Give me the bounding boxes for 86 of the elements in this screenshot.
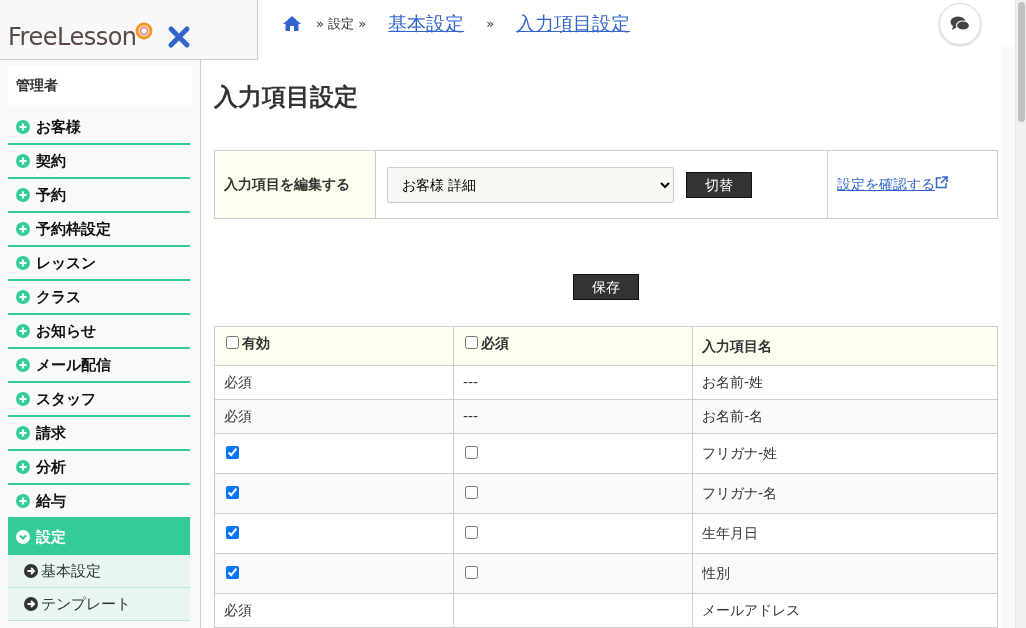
table-cell: メールアドレス bbox=[692, 593, 998, 628]
sidebar-item[interactable]: お客様 bbox=[8, 111, 190, 145]
sidebar-item[interactable]: レッスン bbox=[8, 247, 190, 281]
table-cell: 必須 bbox=[214, 399, 454, 434]
arrow-right-icon bbox=[24, 597, 38, 611]
select-all-checkbox[interactable] bbox=[226, 336, 239, 349]
external-link-icon bbox=[935, 176, 948, 189]
plus-icon bbox=[16, 290, 30, 304]
sidebar-item[interactable]: 契約 bbox=[8, 145, 190, 179]
sidebar-item-label: レッスン bbox=[36, 252, 96, 274]
sidebar-item-label: 予約 bbox=[36, 184, 66, 206]
enabled-checkbox[interactable] bbox=[226, 446, 239, 459]
editor-label: 入力項目を編集する bbox=[215, 151, 376, 218]
submenu-item[interactable]: テンプレート bbox=[8, 588, 190, 621]
sidebar-item[interactable]: 予約 bbox=[8, 179, 190, 213]
sidebar-item-label: 請求 bbox=[36, 422, 66, 444]
column-header: 必須 bbox=[481, 335, 509, 351]
page-title: 入力項目設定 bbox=[214, 83, 359, 112]
chat-button[interactable] bbox=[939, 2, 981, 45]
submenu-item-label: テンプレート bbox=[41, 593, 131, 615]
table-cell: フリガナ-名 bbox=[692, 473, 998, 514]
table-cell: --- bbox=[453, 365, 693, 400]
plus-icon bbox=[16, 460, 30, 474]
scrollbar[interactable] bbox=[1015, 0, 1026, 628]
sidebar-item-label: クラス bbox=[36, 286, 81, 308]
breadcrumb-link[interactable]: 入力項目設定 bbox=[516, 9, 631, 38]
plus-icon bbox=[16, 324, 30, 338]
chevron-down-icon bbox=[16, 530, 30, 544]
item-set-dropdown[interactable]: お客様 詳細 bbox=[387, 166, 674, 203]
required-checkbox[interactable] bbox=[465, 446, 478, 459]
plus-icon bbox=[16, 188, 30, 202]
table-cell: --- bbox=[453, 399, 693, 434]
plus-icon bbox=[16, 392, 30, 406]
column-header: 入力項目名 bbox=[692, 326, 998, 366]
enabled-checkbox[interactable] bbox=[226, 486, 239, 499]
check-settings-link[interactable]: 設定を確認する bbox=[837, 174, 948, 195]
plus-icon bbox=[16, 120, 30, 134]
submenu-item[interactable]: 基本設定 bbox=[8, 555, 190, 588]
plus-icon bbox=[16, 222, 30, 236]
plus-icon bbox=[16, 494, 30, 508]
table-cell: フリガナ-姓 bbox=[692, 433, 998, 474]
sidebar-item[interactable]: 分析 bbox=[8, 451, 190, 485]
select-all-checkbox[interactable] bbox=[465, 336, 478, 349]
breadcrumb-link[interactable]: 基本設定 bbox=[388, 9, 465, 38]
sidebar-item-label: 予約枠設定 bbox=[36, 218, 111, 240]
sidebar-item[interactable]: 請求 bbox=[8, 417, 190, 451]
table-cell: 生年月日 bbox=[692, 513, 998, 554]
table-cell: 性別 bbox=[692, 553, 998, 594]
table-cell: お名前-姓 bbox=[692, 365, 998, 400]
required-checkbox[interactable] bbox=[465, 566, 478, 579]
plus-icon bbox=[16, 358, 30, 372]
sidebar-item-label: スタッフ bbox=[36, 388, 96, 410]
save-button[interactable]: 保存 bbox=[573, 274, 639, 300]
breadcrumb-separator: » bbox=[486, 14, 495, 33]
table-cell: お名前-名 bbox=[692, 399, 998, 434]
sidebar-item-label: お客様 bbox=[36, 116, 81, 138]
role-label: 管理者 bbox=[8, 66, 192, 105]
sidebar-item-label: 設定 bbox=[36, 526, 66, 548]
sidebar-item[interactable]: お知らせ bbox=[8, 315, 190, 349]
switch-button[interactable]: 切替 bbox=[686, 171, 752, 198]
scrollbar-thumb[interactable] bbox=[1018, 2, 1025, 122]
column-header: 有効 bbox=[242, 335, 270, 351]
sidebar-item-label: 分析 bbox=[36, 456, 66, 478]
enabled-checkbox[interactable] bbox=[226, 526, 239, 539]
plus-icon bbox=[16, 426, 30, 440]
required-checkbox[interactable] bbox=[465, 526, 478, 539]
home-icon[interactable] bbox=[282, 15, 302, 33]
sidebar-item-label: お知らせ bbox=[36, 320, 96, 342]
enabled-checkbox[interactable] bbox=[226, 566, 239, 579]
plus-icon bbox=[16, 154, 30, 168]
table-cell: 必須 bbox=[214, 365, 454, 400]
sidebar-item-label: メール配信 bbox=[36, 354, 111, 376]
sidebar-item[interactable]: 予約枠設定 bbox=[8, 213, 190, 247]
sidebar-item-label: 給与 bbox=[36, 490, 66, 512]
breadcrumb-separator: » 設定 » bbox=[316, 14, 367, 33]
sidebar-item[interactable]: メール配信 bbox=[8, 349, 190, 383]
close-icon[interactable] bbox=[166, 24, 191, 49]
arrow-right-icon bbox=[24, 564, 38, 578]
chat-icon bbox=[950, 15, 970, 32]
sidebar-item[interactable]: クラス bbox=[8, 281, 190, 315]
sidebar-item-label: 契約 bbox=[36, 150, 66, 172]
table-cell: 必須 bbox=[214, 593, 454, 628]
submenu-item-label: 基本設定 bbox=[41, 560, 101, 582]
plus-icon bbox=[16, 256, 30, 270]
sidebar-item[interactable]: スタッフ bbox=[8, 383, 190, 417]
required-checkbox[interactable] bbox=[465, 486, 478, 499]
